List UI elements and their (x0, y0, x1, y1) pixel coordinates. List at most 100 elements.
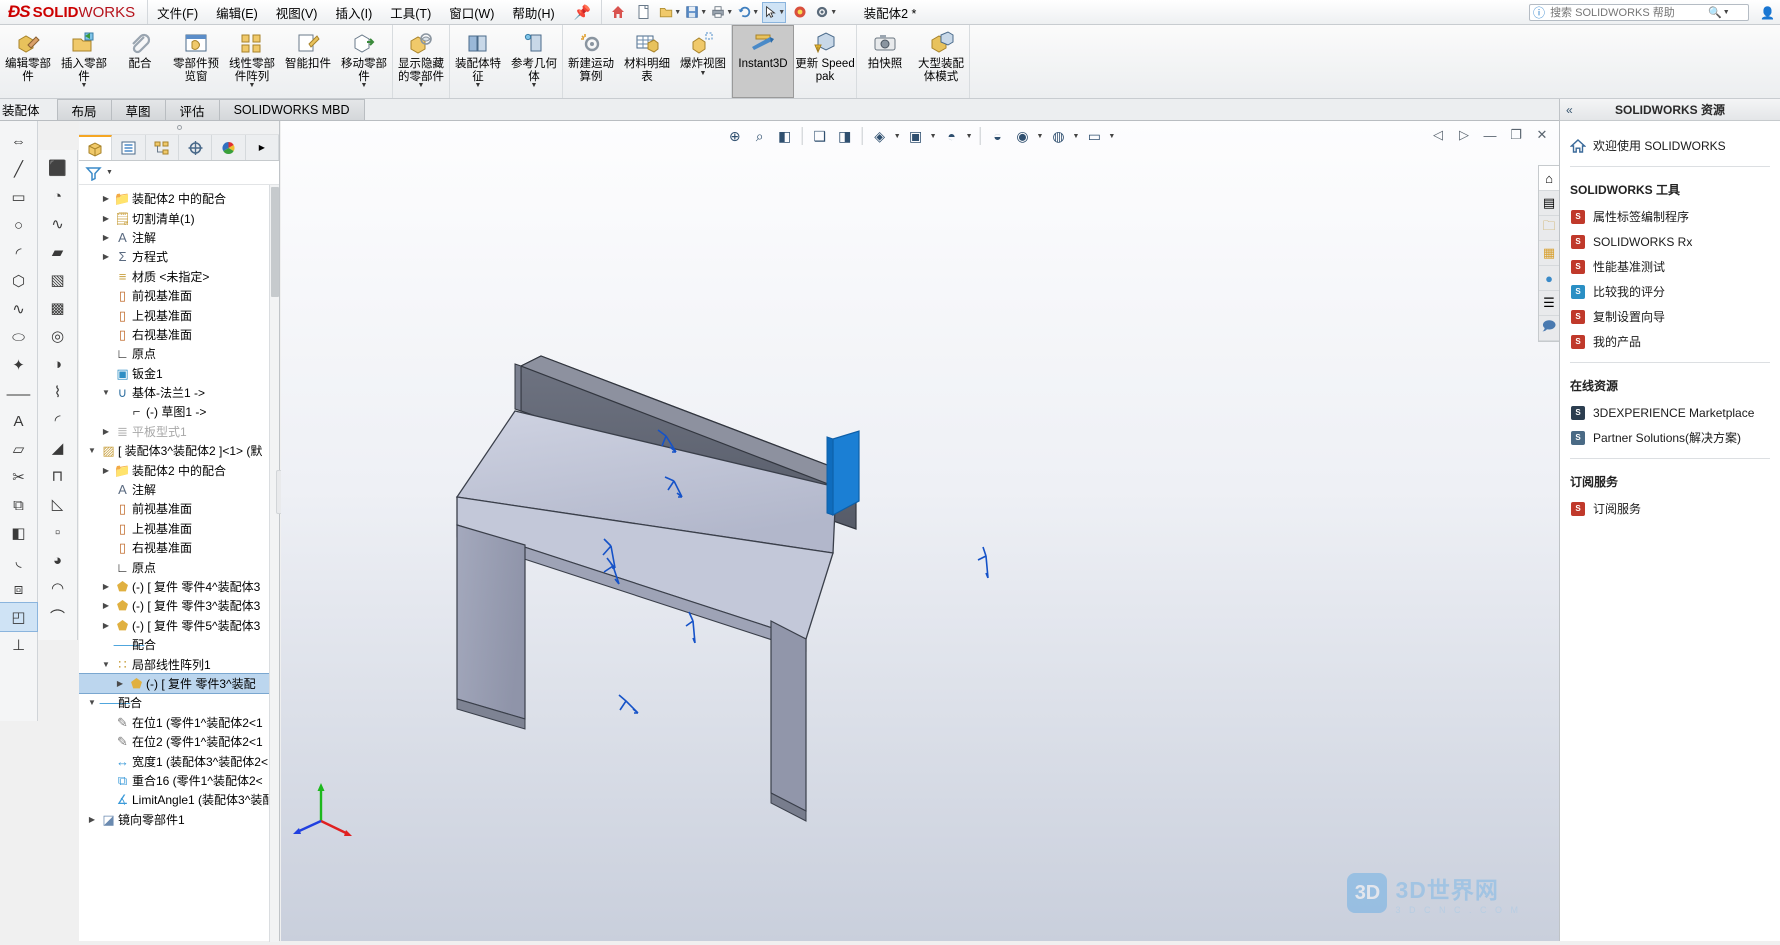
close-window-button[interactable]: ✕ (1533, 127, 1551, 143)
rail-appearances-tab[interactable]: ● (1539, 266, 1559, 291)
pin-icon[interactable]: 📌 (564, 4, 601, 21)
revolve-boss-icon[interactable]: ◔ (38, 182, 77, 210)
chevron-right-icon[interactable] (113, 679, 127, 688)
menu-file[interactable]: 文件(F) (148, 0, 207, 25)
menu-tools[interactable]: 工具(T) (381, 0, 440, 25)
hole-wizard-icon[interactable]: ◎ (38, 322, 77, 350)
help-button[interactable]: 👤 (1755, 6, 1780, 20)
tree-item[interactable]: ⬟(-) [ 复件 零件5^装配体3 (79, 616, 279, 635)
tree-item[interactable]: ▯ 右视基准面 (79, 538, 279, 557)
tree-item[interactable]: ▯ 上视基准面 (79, 305, 279, 324)
tree-item[interactable]: ▯ 右视基准面 (79, 325, 279, 344)
chevron-down-icon[interactable] (99, 660, 113, 669)
chevron-down-icon[interactable]: ▼ (475, 82, 482, 89)
home-button[interactable] (606, 2, 630, 23)
curve-feature-icon[interactable]: ⌒ (38, 602, 77, 630)
arc-tool-icon[interactable]: ◜ (0, 239, 37, 267)
task-pane-link[interactable]: S 比较我的评分 (1570, 279, 1770, 304)
menu-help[interactable]: 帮助(H) (503, 0, 563, 25)
model-3d-view[interactable] (281, 121, 1351, 941)
instant3d-button[interactable]: Instant3D (732, 25, 794, 98)
take-snapshot-button[interactable]: 拍快照 (857, 25, 913, 98)
search-input[interactable] (1548, 5, 1709, 20)
rebuild-button[interactable] (788, 2, 812, 23)
exploded-view-button[interactable]: 爆炸视图 ▼ (675, 25, 731, 98)
shell-feature-icon[interactable]: ▫ (38, 518, 77, 546)
tree-item[interactable]: ⧉ 重合16 (零件1^装配体2< (79, 771, 279, 790)
chevron-right-icon[interactable] (99, 466, 113, 475)
tree-item[interactable]: ⬟(-) [ 复件 零件4^装配体3 (79, 577, 279, 596)
chevron-right-icon[interactable] (99, 582, 113, 591)
extrude-boss-icon[interactable]: ⬛ (38, 154, 77, 182)
rail-view-palette-tab[interactable]: ▦ (1539, 241, 1559, 266)
lofted-boss-icon[interactable]: ▰ (38, 238, 77, 266)
selected-face-highlight[interactable] (832, 430, 860, 517)
display-manager-tab[interactable] (212, 135, 246, 160)
maximize-window-button[interactable]: ❐ (1507, 127, 1525, 143)
feature-tree[interactable]: 📁装配体2 中的配合🗒切割清单(1)A注解Σ方程式≡材质 <未指定>▯前视基准面… (79, 185, 279, 945)
task-pane-link[interactable]: S Partner Solutions(解决方案) (1570, 425, 1770, 450)
chevron-down-icon[interactable]: ▼ (1723, 9, 1730, 16)
chevron-down-icon[interactable]: ▼ (81, 82, 88, 89)
graphics-viewport[interactable]: ⊕ ⌕ ◧ ❑ ◨ ◈ ▼ ▣ ▼ ◓ ▼ ◒ ◉ ▼ ◍ ▼ ▭ ▼ ◁ ▷ — ❐ ✕ (281, 121, 1559, 941)
tree-item[interactable]: ▯ 上视基准面 (79, 519, 279, 538)
tree-item[interactable]: A 注解 (79, 480, 279, 499)
menu-edit[interactable]: 编辑(E) (207, 0, 267, 25)
chevron-down-icon[interactable]: ▼ (361, 82, 368, 89)
menu-view[interactable]: 视图(V) (267, 0, 327, 25)
plane-tool-icon[interactable]: ▱ (0, 435, 37, 463)
feature-tree-next-tab[interactable]: ▶ (246, 135, 279, 160)
chevron-right-icon[interactable] (99, 233, 113, 242)
rail-forum-tab[interactable]: 🗩 (1539, 316, 1559, 341)
tab-solidworks-mbd[interactable]: SOLIDWORKS MBD (218, 99, 365, 120)
tree-item[interactable]: 📁装配体2 中的配合 (79, 460, 279, 479)
tab-sketch[interactable]: 草图 (110, 99, 166, 120)
chevron-down-icon[interactable] (85, 446, 99, 455)
chevron-right-icon[interactable] (99, 214, 113, 223)
bill-of-materials-button[interactable]: 材料明细表 (619, 25, 675, 98)
chevron-right-icon[interactable] (99, 194, 113, 203)
relations-tool-icon[interactable]: ⊥ (0, 631, 37, 659)
task-pane-link[interactable]: S SOLIDWORKS Rx (1570, 229, 1770, 254)
chevron-right-icon[interactable] (99, 621, 113, 630)
task-pane-link[interactable]: S 性能基准测试 (1570, 254, 1770, 279)
chevron-down-icon[interactable]: ▼ (249, 82, 256, 89)
chevron-right-icon[interactable] (99, 252, 113, 261)
menu-window[interactable]: 窗口(W) (440, 0, 503, 25)
tree-item[interactable]: ▯ 前视基准面 (79, 499, 279, 518)
tree-item[interactable]: ▣ 钣金1 (79, 364, 279, 383)
tree-item[interactable]: ≡ 材质 <未指定> (79, 267, 279, 286)
centerline-tool-icon[interactable]: ⸺ (0, 379, 37, 407)
filter-icon[interactable] (85, 165, 102, 181)
property-manager-tab[interactable] (112, 135, 146, 160)
tree-item[interactable]: ✎ 在位2 (零件1^装配体2<1 (79, 732, 279, 751)
draft-feature-icon[interactable]: ◺ (38, 490, 77, 518)
menu-insert[interactable]: 插入(I) (326, 0, 381, 25)
fillet-feature-icon[interactable]: ◜ (38, 406, 77, 434)
save-button[interactable]: ▼ (684, 2, 708, 23)
options-button[interactable]: ▼ (814, 2, 838, 23)
assembly-features-button[interactable]: 装配体特征 ▼ (450, 25, 506, 98)
restore-next-window-button[interactable]: ▷ (1455, 127, 1473, 143)
fillet-tool-icon[interactable]: ◟ (0, 547, 37, 575)
show-hidden-components-button[interactable]: 显示隐藏的零部件 ▼ (393, 25, 449, 98)
swept-cut-icon[interactable]: ⌇ (38, 378, 77, 406)
revolve-cut-icon[interactable]: ◑ (38, 350, 77, 378)
rail-solidworks-resources-tab[interactable]: ⌂ (1539, 166, 1559, 191)
panel-drag-handle[interactable] (79, 121, 279, 135)
tree-item[interactable]: ∟ 原点 (79, 344, 279, 363)
tree-item[interactable]: 🗒切割清单(1) (79, 208, 279, 227)
select-button[interactable]: ▼ (762, 1, 787, 23)
rail-file-explorer-tab[interactable]: 🗀 (1539, 216, 1559, 241)
offset-tool-icon[interactable]: ⧉ (0, 491, 37, 519)
new-motion-study-button[interactable]: 新建运动算例 (563, 25, 619, 98)
tree-item[interactable]: ✎ 在位1 (零件1^装配体2<1 (79, 713, 279, 732)
configuration-manager-tab[interactable] (146, 135, 179, 160)
text-tool-icon[interactable]: A (0, 407, 37, 435)
task-pane-link[interactable]: S 复制设置向导 (1570, 304, 1770, 329)
chevron-right-icon[interactable] (99, 601, 113, 610)
rib-feature-icon[interactable]: ⊓ (38, 462, 77, 490)
chevron-down-icon[interactable]: ▼ (531, 82, 538, 89)
rectangle-tool-icon[interactable]: ▭ (0, 183, 37, 211)
chevron-right-icon[interactable] (99, 427, 113, 436)
